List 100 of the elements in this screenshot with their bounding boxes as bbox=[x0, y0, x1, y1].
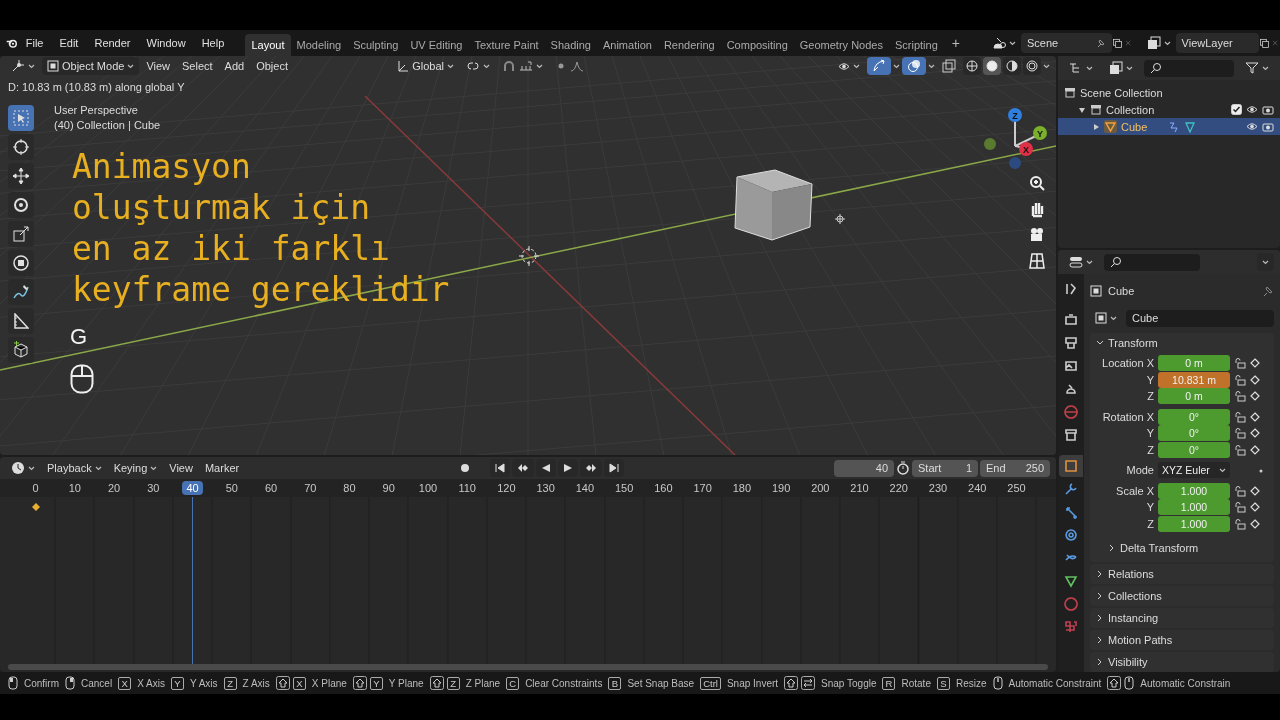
shading-mode-button[interactable] bbox=[963, 57, 981, 75]
field-label: Y bbox=[1145, 501, 1154, 514]
tool-button[interactable] bbox=[8, 308, 34, 334]
add-workspace-button[interactable]: + bbox=[943, 32, 968, 54]
outliner-row[interactable]: Cube bbox=[1058, 118, 1280, 135]
frame-number: 30 bbox=[146, 481, 161, 495]
particles-icon bbox=[1064, 505, 1078, 519]
subpanel-header[interactable]: Delta Transform bbox=[1090, 538, 1274, 558]
workspace-tab[interactable]: Rendering bbox=[657, 34, 721, 56]
view-layer-field[interactable]: ViewLayer bbox=[1175, 33, 1260, 53]
timeline-menu[interactable]: View bbox=[164, 459, 198, 477]
viewport-menu[interactable]: View bbox=[141, 57, 176, 75]
view-name: User Perspective bbox=[54, 104, 138, 116]
tool-button[interactable] bbox=[8, 279, 34, 305]
field-label: Mode bbox=[1125, 464, 1154, 477]
shading-mode-button[interactable] bbox=[1023, 57, 1041, 75]
workspace-tab[interactable]: Layout bbox=[245, 34, 291, 56]
mode-dropdown[interactable]: XYZ Euler bbox=[1158, 462, 1230, 479]
panel-header[interactable]: Relations bbox=[1090, 564, 1274, 584]
pin-icon bbox=[1096, 38, 1107, 48]
playhead-line[interactable] bbox=[192, 497, 194, 664]
chevron-down-icon bbox=[483, 63, 490, 69]
menu-item[interactable]: Render bbox=[86, 32, 139, 54]
mode-dropdown[interactable]: Object Mode bbox=[42, 57, 140, 75]
tool-button[interactable] bbox=[8, 250, 34, 276]
timeline-menu[interactable]: Keying bbox=[108, 459, 163, 477]
timeline-menu[interactable]: Marker bbox=[199, 459, 245, 477]
menu-item[interactable]: Help bbox=[193, 32, 233, 54]
jump-end-button[interactable] bbox=[604, 459, 625, 477]
outliner-label: Collection bbox=[1106, 103, 1156, 116]
crosshair-icon bbox=[12, 138, 30, 156]
play-reverse-button[interactable] bbox=[536, 459, 557, 477]
sphere-icon bbox=[986, 60, 998, 72]
shading-mode-button[interactable] bbox=[1003, 57, 1021, 75]
shift-key-icon bbox=[275, 676, 290, 690]
overlay-toggle[interactable] bbox=[902, 57, 926, 75]
chevron-down-icon bbox=[28, 465, 35, 471]
tool-button[interactable] bbox=[8, 192, 34, 218]
gizmo-toggle[interactable] bbox=[867, 57, 891, 75]
panel-header[interactable]: Collections bbox=[1090, 586, 1274, 606]
field-label: Location X bbox=[1101, 357, 1154, 370]
tool-button[interactable] bbox=[8, 105, 34, 131]
frame-number: 80 bbox=[342, 481, 357, 495]
scrollbar[interactable] bbox=[8, 664, 1048, 670]
box-icon bbox=[1090, 104, 1102, 115]
tool-button[interactable] bbox=[8, 163, 34, 189]
viewport-menu[interactable]: Object bbox=[251, 57, 293, 75]
search-field[interactable] bbox=[1104, 253, 1200, 271]
scene-field[interactable]: Scene bbox=[1021, 33, 1113, 53]
keyframe-icon bbox=[1250, 444, 1260, 455]
pencil-icon bbox=[12, 283, 30, 301]
timeline-menu[interactable]: Playback bbox=[42, 459, 107, 477]
current-frame-marker[interactable]: 40 bbox=[182, 481, 203, 495]
workspace-tab[interactable]: UV Editing bbox=[404, 34, 469, 56]
chevron-right-icon bbox=[1096, 592, 1104, 600]
workspace-tab[interactable]: Shading bbox=[544, 34, 597, 56]
modifier-link-icon bbox=[1167, 120, 1180, 133]
current-frame-field[interactable]: 40 bbox=[834, 459, 894, 477]
panel-header[interactable]: Visibility bbox=[1090, 652, 1274, 672]
lock-icon bbox=[1234, 501, 1246, 514]
hint-label: Confirm bbox=[24, 677, 59, 689]
chevron-down-icon bbox=[1110, 315, 1117, 321]
play-button[interactable] bbox=[558, 459, 579, 477]
hint-label: Rotate bbox=[901, 677, 931, 689]
outliner-row[interactable]: Scene Collection bbox=[1058, 84, 1280, 101]
next-keyframe-button[interactable] bbox=[580, 459, 603, 477]
shading-mode-button[interactable] bbox=[983, 57, 1001, 75]
workspace-tab[interactable]: Compositing bbox=[720, 34, 794, 56]
object-name-field[interactable]: Cube bbox=[1126, 309, 1274, 327]
menu-item[interactable]: File bbox=[17, 32, 52, 54]
start-frame-field[interactable]: Start 1 bbox=[912, 459, 978, 477]
workspace-tab[interactable]: Modeling bbox=[290, 34, 348, 56]
workspace-tab[interactable]: Geometry Nodes bbox=[793, 34, 889, 56]
key-cap: Y bbox=[369, 676, 383, 690]
workspace-tab[interactable]: Texture Paint bbox=[468, 34, 545, 56]
panel-header[interactable]: Motion Paths bbox=[1090, 630, 1274, 650]
workspace-tab[interactable]: Scripting bbox=[888, 34, 944, 56]
frame-number: 150 bbox=[613, 481, 635, 495]
keyframe-icon bbox=[1250, 502, 1260, 513]
panel-header[interactable]: Transform bbox=[1090, 333, 1274, 353]
workspace-tab[interactable]: Sculpting bbox=[347, 34, 405, 56]
tool-button[interactable] bbox=[8, 337, 34, 363]
chevron-down-icon bbox=[1086, 65, 1093, 71]
tool-button[interactable] bbox=[8, 134, 34, 160]
orientation-dropdown[interactable]: Global bbox=[392, 57, 459, 75]
outliner-row[interactable]: Collection bbox=[1058, 101, 1280, 118]
panel-header[interactable]: Instancing bbox=[1090, 608, 1274, 628]
menu-item[interactable]: Window bbox=[138, 32, 194, 54]
end-frame-field[interactable]: End 250 bbox=[980, 459, 1050, 477]
viewport-menu[interactable]: Select bbox=[177, 57, 218, 75]
snap-grid-icon bbox=[519, 60, 533, 72]
jump-start-button[interactable] bbox=[490, 459, 511, 477]
play-icon bbox=[563, 463, 574, 473]
menu-item[interactable]: Edit bbox=[51, 32, 87, 54]
camera-icon bbox=[1262, 104, 1274, 115]
previous-keyframe-button[interactable] bbox=[512, 459, 535, 477]
options-dropdown[interactable] bbox=[1257, 253, 1274, 271]
viewport-menu[interactable]: Add bbox=[219, 57, 250, 75]
workspace-tab[interactable]: Animation bbox=[596, 34, 658, 56]
search-field[interactable] bbox=[1144, 59, 1234, 77]
